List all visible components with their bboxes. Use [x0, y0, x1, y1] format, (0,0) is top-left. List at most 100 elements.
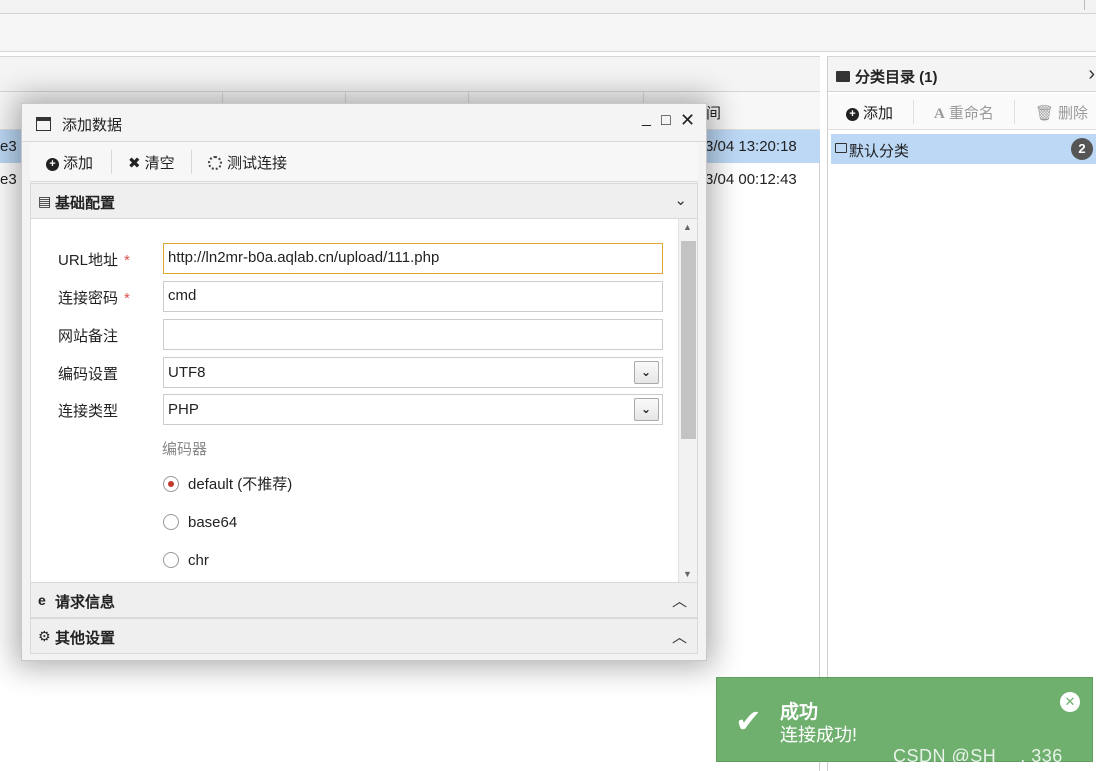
encoder-label: base64: [188, 514, 238, 531]
clear-button-label: 清空: [144, 155, 175, 172]
row-url-cell: e3: [0, 138, 17, 155]
section-basic-config[interactable]: ▤ 基础配置 ⌄: [30, 183, 698, 219]
section-other-settings[interactable]: ⚙ 其他设置 ︿: [30, 618, 698, 654]
close-toast-icon[interactable]: ✕: [1060, 692, 1080, 712]
row-time-cell: 3/04 13:20:18: [705, 138, 797, 155]
folder-icon: [836, 71, 850, 82]
scrollbar-thumb[interactable]: [681, 241, 696, 439]
chevron-right-icon[interactable]: ›: [1088, 63, 1095, 86]
category-delete-button[interactable]: 🗑 删除: [1035, 102, 1088, 123]
section-request-title: 请求信息: [55, 594, 116, 611]
row-url-cell: e3: [0, 171, 17, 188]
toolbar-separator: [913, 100, 914, 124]
dropdown-button[interactable]: ⌄: [634, 361, 659, 384]
type-label: 连接类型: [58, 403, 119, 420]
test-connection-button[interactable]: 测试连接: [208, 152, 287, 173]
plus-circle-icon: +: [846, 108, 859, 121]
maximize-icon[interactable]: □: [661, 112, 671, 130]
required-mark: *: [124, 252, 130, 269]
encoder-radio-base64[interactable]: base64: [163, 511, 237, 531]
browser-e-icon: e: [38, 592, 46, 608]
category-panel: 分类目录 (1) › + 添加 A 重命名 🗑 删除 默认分类 2: [827, 56, 1096, 771]
chevron-down-icon: ⌄: [641, 402, 652, 416]
folder-open-icon: [835, 143, 847, 153]
times-icon: ✖: [128, 155, 141, 172]
chevron-up-icon: ︿: [671, 629, 687, 646]
form-scrollbar[interactable]: ▲ ▼: [678, 219, 697, 582]
count-badge: 2: [1071, 138, 1093, 160]
list-panel-header: [0, 56, 820, 92]
chevron-down-icon: ⌄: [641, 365, 652, 379]
top-strip: [0, 0, 1096, 14]
dialog-titlebar[interactable]: 添加数据 _ □ ✕: [22, 104, 706, 142]
category-add-label: 添加: [863, 105, 894, 122]
scroll-up-icon[interactable]: ▲: [683, 222, 692, 232]
category-title-text: 分类目录 (1): [855, 69, 938, 86]
test-connection-label: 测试连接: [227, 155, 288, 172]
dialog-title: 添加数据: [62, 117, 123, 134]
required-mark: *: [124, 290, 130, 307]
encoder-radio-chr[interactable]: chr: [163, 549, 209, 569]
scroll-down-icon[interactable]: ▼: [683, 569, 692, 579]
section-other-title: 其他设置: [55, 630, 116, 647]
url-input[interactable]: http://ln2mr-b0a.aqlab.cn/upload/111.php: [163, 243, 663, 274]
note-input[interactable]: [163, 319, 663, 350]
font-a-icon: A: [934, 106, 945, 122]
url-label: URL地址 *: [58, 252, 130, 269]
category-rename-label: 重命名: [948, 105, 994, 122]
trash-icon: 🗑: [1035, 105, 1055, 122]
toolbar-separator: [191, 150, 192, 174]
type-value: PHP: [168, 401, 199, 418]
category-add-button[interactable]: + 添加: [846, 102, 893, 123]
radio-icon: [163, 476, 179, 492]
row-time-cell: 3/04 00:12:43: [705, 171, 797, 188]
clear-button[interactable]: ✖ 清空: [128, 152, 175, 173]
file-text-icon: ▤: [38, 193, 52, 209]
dialog-toolbar: + 添加 ✖ 清空 测试连接: [30, 142, 698, 182]
check-icon: ✔: [735, 703, 762, 739]
add-button[interactable]: + 添加: [46, 152, 93, 173]
basic-config-form: URL地址 * http://ln2mr-b0a.aqlab.cn/upload/…: [30, 219, 698, 582]
category-item-label: 默认分类: [849, 143, 910, 160]
password-input[interactable]: cmd: [163, 281, 663, 312]
section-request-info[interactable]: e 请求信息 ︿: [30, 582, 698, 618]
chevron-down-icon: ⌄: [674, 192, 687, 209]
type-select[interactable]: PHP ⌄: [163, 394, 663, 425]
add-data-dialog: 添加数据 _ □ ✕ + 添加 ✖ 清空 测试连接 ▤ 基础配置 ⌄ URL地址 * …: [21, 103, 707, 661]
toast-title: 成功: [780, 702, 819, 723]
radio-icon: [163, 514, 179, 530]
category-delete-label: 删除: [1058, 105, 1089, 122]
note-label: 网站备注: [58, 328, 119, 345]
column-header-time[interactable]: 间: [706, 102, 721, 123]
main-toolbar-band: [0, 14, 1096, 52]
category-toolbar: + 添加 A 重命名 🗑 删除: [828, 94, 1096, 130]
category-rename-button[interactable]: A 重命名: [934, 102, 994, 123]
close-icon[interactable]: ✕: [680, 110, 695, 131]
add-button-label: 添加: [63, 155, 94, 172]
encoder-label: chr: [188, 552, 209, 569]
toast-message: 连接成功!: [780, 725, 858, 745]
dropdown-button[interactable]: ⌄: [634, 398, 659, 421]
top-nub: [1084, 0, 1088, 10]
toolbar-separator: [111, 150, 112, 174]
watermark: CSDN @SH . 336: [893, 746, 1063, 766]
plus-circle-icon: +: [46, 158, 59, 171]
window-icon: [36, 117, 51, 131]
password-label: 连接密码 *: [58, 290, 130, 307]
category-title: 分类目录 (1): [836, 66, 938, 87]
encoder-radio-default[interactable]: default (不推荐): [163, 473, 292, 494]
gears-icon: ⚙: [38, 628, 51, 644]
encoding-value: UTF8: [168, 364, 206, 381]
spinner-icon: [208, 156, 222, 170]
encoding-select[interactable]: UTF8 ⌄: [163, 357, 663, 388]
radio-icon: [163, 552, 179, 568]
encoder-title: 编码器: [162, 441, 208, 458]
chevron-up-icon: ︿: [671, 593, 687, 610]
category-panel-header: 分类目录 (1) ›: [828, 56, 1096, 92]
category-item-default[interactable]: 默认分类 2: [831, 134, 1096, 164]
toolbar-separator: [1014, 100, 1015, 124]
section-basic-title: 基础配置: [55, 195, 116, 212]
encoding-label: 编码设置: [58, 366, 119, 383]
minimize-icon[interactable]: _: [642, 110, 651, 128]
encoder-label: default (不推荐): [188, 476, 293, 493]
